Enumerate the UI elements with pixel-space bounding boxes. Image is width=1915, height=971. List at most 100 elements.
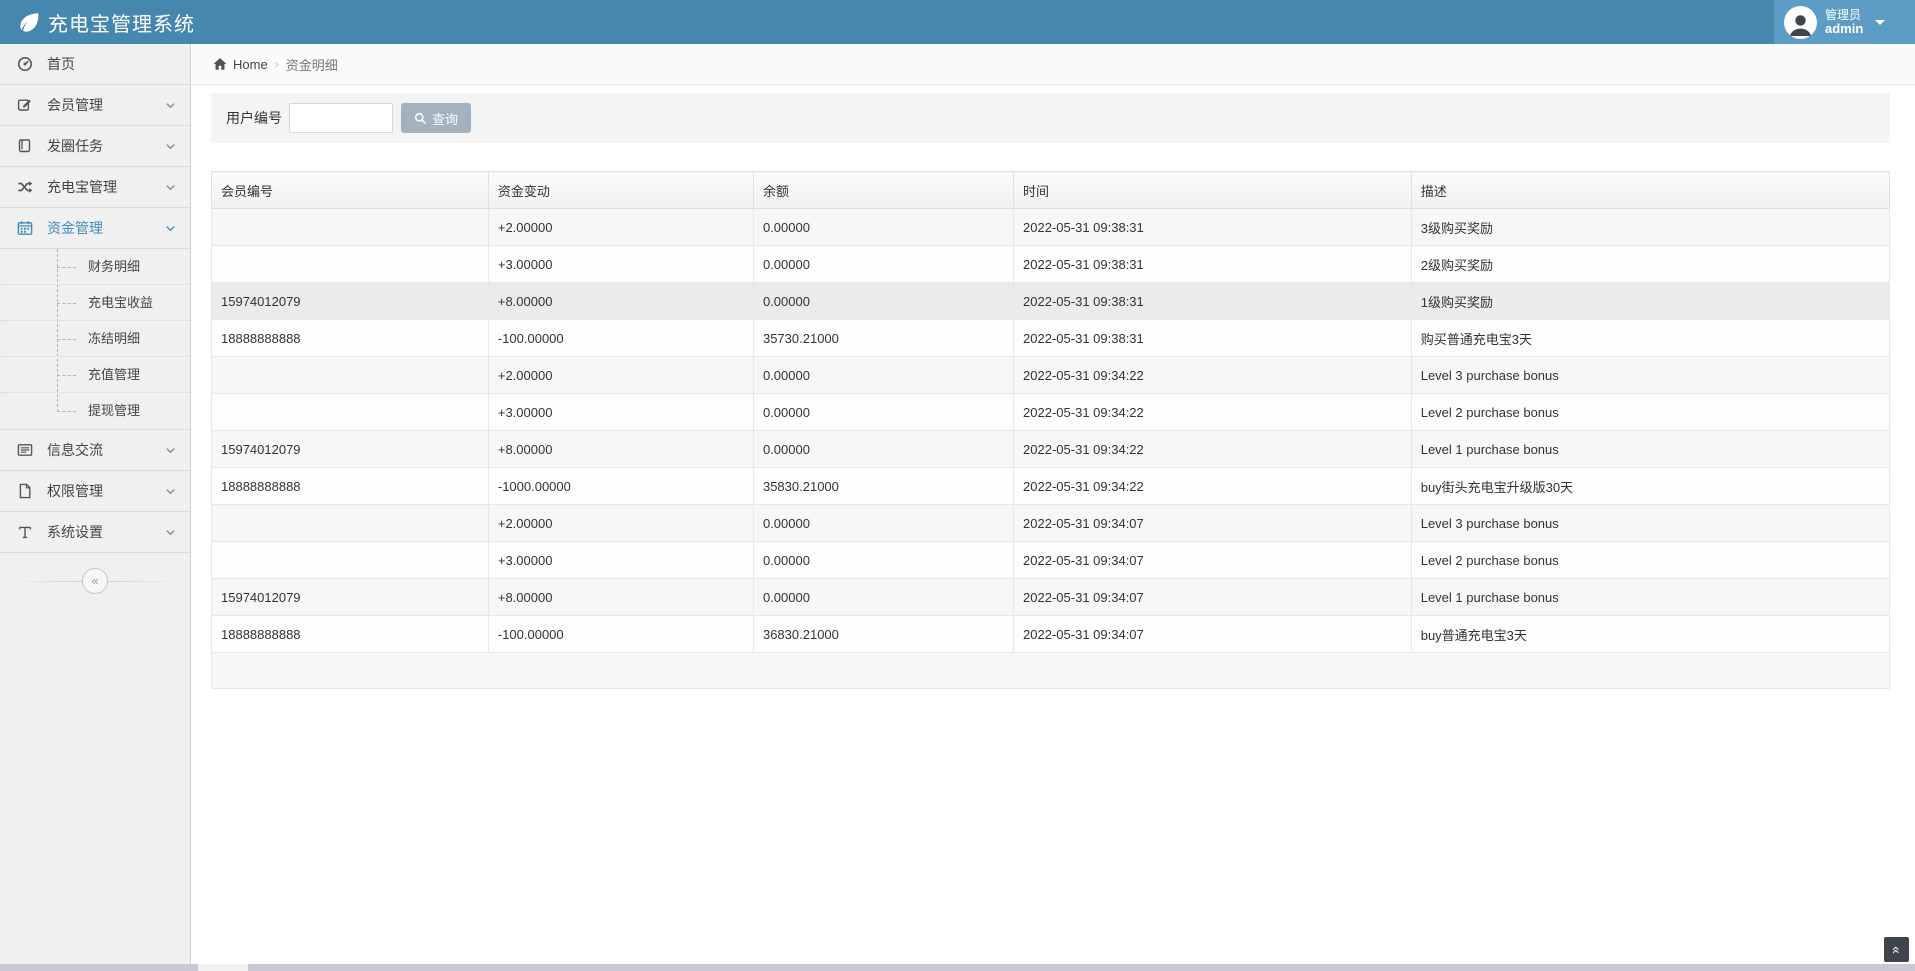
table-cell: +8.00000 [488,579,753,616]
horizontal-scrollbar-thumb[interactable] [198,964,248,971]
table-cell: 2022-05-31 09:38:31 [1014,246,1412,283]
sidebar-submenu: 财务明细充电宝收益冻结明细充值管理提现管理 [0,249,190,430]
table-cell: 0.00000 [753,542,1013,579]
table-cell [212,542,489,579]
table-cell: 0.00000 [753,357,1013,394]
search-icon [414,112,427,125]
chevron-down-icon [165,182,176,193]
table-cell: 2022-05-31 09:34:07 [1014,542,1412,579]
table-row: +2.000000.000002022-05-31 09:38:313级购买奖励 [212,209,1890,246]
sidebar-item-label: 信息交流 [47,440,165,460]
table-cell: 2022-05-31 09:34:22 [1014,468,1412,505]
user-menu[interactable]: 管理员 admin [1774,0,1915,44]
table-cell: buy普通充电宝3天 [1411,616,1889,653]
sidebar-subitem[interactable]: 提现管理 [0,393,190,429]
table-cell: Level 2 purchase bonus [1411,394,1889,431]
breadcrumb: Home › 资金明细 [192,44,1915,85]
back-to-top-button[interactable]: « [1884,937,1909,962]
table-row: +3.000000.000002022-05-31 09:34:07Level … [212,542,1890,579]
table-cell: 15974012079 [212,579,489,616]
table-cell: 2022-05-31 09:34:07 [1014,579,1412,616]
breadcrumb-home-link[interactable]: Home [213,57,268,72]
app-header: 充电宝管理系统 管理员 admin [0,0,1915,44]
table-cell: 2022-05-31 09:34:22 [1014,394,1412,431]
table-cell [212,357,489,394]
table-header-row: 会员编号资金变动余额时间描述 [212,172,1890,209]
sidebar-item[interactable]: 信息交流 [0,430,190,471]
sidebar-subitem[interactable]: 充值管理 [0,357,190,393]
sidebar-item[interactable]: 系统设置 [0,512,190,553]
table-cell: 36830.21000 [753,616,1013,653]
calendar-icon [17,220,34,236]
table-cell [212,209,489,246]
sidebar-nav: 首页会员管理发圈任务充电宝管理资金管理财务明细充电宝收益冻结明细充值管理提现管理… [0,44,190,553]
column-header: 时间 [1014,172,1412,209]
chevron-down-icon [165,223,176,234]
home-icon [213,57,227,71]
table-cell: 0.00000 [753,394,1013,431]
sidebar-item[interactable]: 首页 [0,44,190,85]
table-cell: 0.00000 [753,505,1013,542]
table-cell: 18888888888 [212,320,489,357]
column-header: 会员编号 [212,172,489,209]
user-name: admin [1825,21,1863,36]
table-cell: 2022-05-31 09:34:07 [1014,505,1412,542]
horizontal-scrollbar[interactable] [0,964,1915,971]
column-header: 余额 [753,172,1013,209]
table-cell: 0.00000 [753,283,1013,320]
content: 用户编号 查询 会员编号资金变动余额时间描述 +2.000000.0000020… [192,85,1915,689]
main-area: Home › 资金明细 用户编号 查询 会员编号资金变动余额时间描述 +2.00… [192,44,1915,964]
dashboard-icon [17,56,34,72]
table-empty-cell [212,653,1890,689]
table-row: 15974012079+8.000000.000002022-05-31 09:… [212,431,1890,468]
breadcrumb-current: 资金明细 [286,55,338,74]
breadcrumb-separator: › [275,57,279,71]
column-header: 描述 [1411,172,1889,209]
sidebar-subitem[interactable]: 财务明细 [0,249,190,285]
table-cell: 0.00000 [753,246,1013,283]
sidebar-item[interactable]: 资金管理 [0,208,190,249]
table-cell: 18888888888 [212,468,489,505]
sidebar-item-label: 权限管理 [47,481,165,501]
sidebar-collapse-button[interactable]: « [82,568,108,594]
table-cell: 2022-05-31 09:38:31 [1014,320,1412,357]
table-cell: +3.00000 [488,246,753,283]
shuffle-icon [17,179,34,195]
user-id-input[interactable] [289,103,393,133]
search-button[interactable]: 查询 [401,103,471,133]
sidebar-item-label: 会员管理 [47,95,165,115]
sidebar: 首页会员管理发圈任务充电宝管理资金管理财务明细充电宝收益冻结明细充值管理提现管理… [0,44,191,964]
table-cell: -100.00000 [488,320,753,357]
table-row: +2.000000.000002022-05-31 09:34:07Level … [212,505,1890,542]
sidebar-subitem[interactable]: 充电宝收益 [0,285,190,321]
table-cell: 购买普通充电宝3天 [1411,320,1889,357]
table-cell: buy街头充电宝升级版30天 [1411,468,1889,505]
chevron-down-icon [165,486,176,497]
breadcrumb-home-label: Home [233,57,268,72]
table-cell [212,394,489,431]
sidebar-item[interactable]: 会员管理 [0,85,190,126]
table-cell: 35830.21000 [753,468,1013,505]
chevron-down-icon [165,100,176,111]
table-cell: 0.00000 [753,431,1013,468]
sidebar-item[interactable]: 发圈任务 [0,126,190,167]
chevron-down-icon [165,527,176,538]
sidebar-subitem[interactable]: 冻结明细 [0,321,190,357]
sidebar-item[interactable]: 充电宝管理 [0,167,190,208]
sidebar-item-label: 资金管理 [47,218,165,238]
table-cell: 2022-05-31 09:38:31 [1014,209,1412,246]
table-row: 18888888888-100.0000036830.210002022-05-… [212,616,1890,653]
app-logo[interactable]: 充电宝管理系统 [0,8,195,37]
leaf-logo-icon [17,10,41,34]
table-cell: +2.00000 [488,505,753,542]
table-cell: +3.00000 [488,542,753,579]
sidebar-item-label: 首页 [47,54,176,74]
sidebar-item[interactable]: 权限管理 [0,471,190,512]
list-icon [17,442,34,458]
table-cell: 2022-05-31 09:34:22 [1014,357,1412,394]
search-label: 用户编号 [226,108,282,128]
table-row: +3.000000.000002022-05-31 09:34:22Level … [212,394,1890,431]
table-cell: 15974012079 [212,431,489,468]
table-cell: 1级购买奖励 [1411,283,1889,320]
table-cell: 35730.21000 [753,320,1013,357]
